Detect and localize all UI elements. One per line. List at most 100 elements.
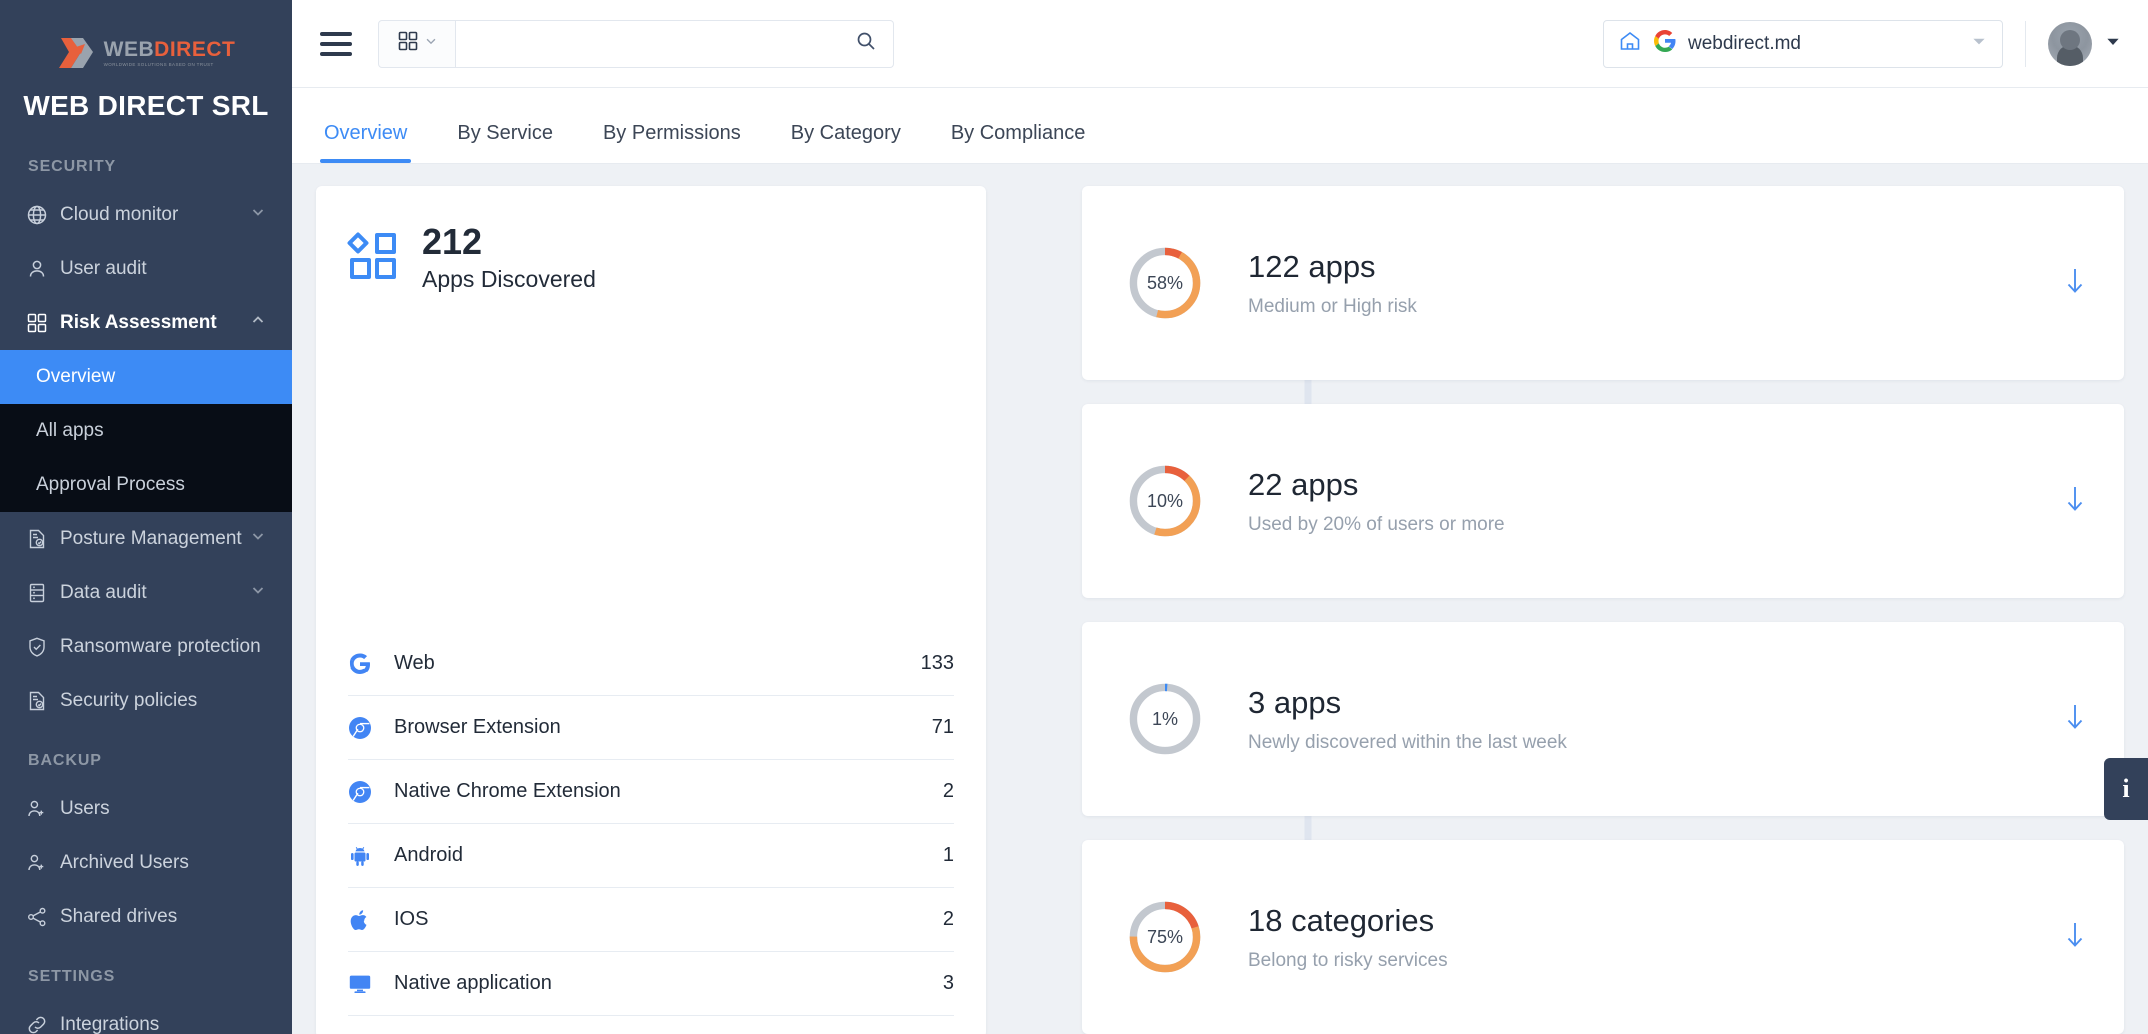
sidebar-item-label: Users	[60, 798, 110, 819]
sidebar-item-label: Data audit	[60, 582, 147, 603]
sidebar-item-ransomware-protection[interactable]: Ransomware protection	[0, 620, 292, 674]
donut-chart: 1%	[1126, 680, 1204, 758]
info-icon[interactable]: i	[2104, 758, 2148, 820]
stat-card-newly-discovered[interactable]: 1% 3 apps Newly discovered within the la…	[1082, 622, 2124, 816]
domain-value: webdirect.md	[1688, 32, 1801, 54]
stat-cards-column: 58% 122 apps Medium or High risk 10% 22 …	[1082, 186, 2124, 1034]
apps-discovered-label: Apps Discovered	[422, 265, 596, 292]
list-item[interactable]: IOS 2	[348, 888, 954, 952]
stat-card-text: 122 apps Medium or High risk	[1248, 248, 1417, 317]
home-icon	[1618, 29, 1642, 58]
sidebar-item-cloud-monitor[interactable]: Cloud monitor	[0, 188, 292, 242]
sidebar-item-security-policies[interactable]: Security policies	[0, 674, 292, 728]
search-field[interactable]	[456, 19, 894, 68]
tab-by-category[interactable]: By Category	[787, 122, 905, 163]
hamburger-icon[interactable]	[320, 31, 352, 56]
info-tab-label: i	[2122, 774, 2130, 803]
sidebar-item-risk-assessment[interactable]: Risk Assessment	[0, 296, 292, 350]
platform-name: Native Chrome Extension	[394, 780, 621, 802]
stat-card-medium-high-risk[interactable]: 58% 122 apps Medium or High risk	[1082, 186, 2124, 380]
sidebar-item-shared-drives[interactable]: Shared drives	[0, 890, 292, 944]
topbar-right: webdirect.md	[1603, 19, 2148, 68]
users-add-icon	[26, 852, 52, 874]
apple-icon	[348, 908, 382, 932]
sidebar-item-label: Risk Assessment	[60, 312, 217, 333]
avatar[interactable]	[2048, 21, 2092, 66]
chevron-down-icon[interactable]	[2104, 32, 2122, 55]
sidebar-section-label-backup: BACKUP	[28, 752, 102, 769]
grid-icon	[26, 312, 52, 334]
platform-name: Native application	[394, 972, 552, 994]
android-icon	[348, 844, 382, 868]
sidebar-item-approval-process[interactable]: Approval Process	[0, 458, 292, 512]
sidebar-item-posture-management[interactable]: Posture Management	[0, 512, 292, 566]
donut-chart: 58%	[1126, 244, 1204, 322]
database-icon	[26, 582, 52, 604]
domain-select[interactable]: webdirect.md	[1603, 19, 2003, 68]
chrome-icon	[348, 780, 382, 804]
tab-label: Overview	[324, 122, 408, 144]
user-icon	[26, 258, 52, 280]
stat-card-subtitle: Belong to risky services	[1248, 949, 1448, 971]
app-root: WEBDIRECT WORLDWIDE SOLUTIONS BASED ON T…	[0, 0, 2148, 1034]
stat-card-used-by-users[interactable]: 10% 22 apps Used by 20% of users or more	[1082, 404, 2124, 598]
search-input[interactable]	[472, 33, 855, 54]
sidebar-item-users[interactable]: Users	[0, 782, 292, 836]
platform-count: 71	[931, 716, 954, 738]
sidebar-logo: WEBDIRECT WORLDWIDE SOLUTIONS BASED ON T…	[0, 0, 292, 84]
donut-chart: 75%	[1126, 898, 1204, 976]
list-item[interactable]: Native application 3	[348, 952, 954, 1016]
platform-name: Android	[394, 844, 463, 866]
tab-label: By Permissions	[602, 122, 741, 144]
sidebar-subnav-risk-assessment: Overview All apps Approval Process	[0, 350, 292, 512]
document-check-icon	[26, 528, 52, 550]
list-item[interactable]: Native Chrome Extension 2	[348, 760, 954, 824]
org-title: WEB DIRECT SRL	[23, 90, 269, 121]
stat-card-risky-categories[interactable]: 75% 18 categories Belong to risky servic…	[1082, 840, 2124, 1034]
topbar-divider	[2025, 20, 2026, 67]
list-item[interactable]: Web 133	[348, 632, 954, 696]
users-add-icon	[26, 798, 52, 820]
sidebar-item-label: Cloud monitor	[60, 204, 179, 225]
arrow-down-icon[interactable]	[2062, 702, 2088, 737]
search-icon[interactable]	[855, 30, 877, 57]
sidebar-subitem-label: All apps	[36, 420, 104, 441]
arrow-down-icon[interactable]	[2062, 484, 2088, 519]
sidebar-item-label: Posture Management	[60, 528, 242, 549]
logo-tagline: WORLDWIDE SOLUTIONS BASED ON TRUST	[103, 61, 214, 67]
content-inner: 212 Apps Discovered Web 133 Browser Exte…	[292, 186, 2148, 1034]
topbar: webdirect.md	[292, 0, 2148, 88]
grid-filter-select[interactable]	[378, 19, 456, 68]
sidebar-item-all-apps[interactable]: All apps	[0, 404, 292, 458]
share-icon	[26, 906, 52, 928]
arrow-down-icon[interactable]	[2062, 266, 2088, 301]
apps-discovered-panel: 212 Apps Discovered Web 133 Browser Exte…	[316, 186, 986, 1034]
globe-icon	[26, 204, 52, 226]
stat-card-subtitle: Medium or High risk	[1248, 295, 1417, 317]
user-menu[interactable]	[2048, 21, 2122, 66]
sidebar-item-user-audit[interactable]: User audit	[0, 242, 292, 296]
google-icon	[1653, 29, 1677, 58]
tab-overview[interactable]: Overview	[320, 122, 412, 163]
sidebar-item-archived-users[interactable]: Archived Users	[0, 836, 292, 890]
list-item[interactable]: Android 1	[348, 824, 954, 888]
chevron-down-icon[interactable]	[1970, 32, 1988, 55]
platform-name: Browser Extension	[394, 716, 561, 738]
sidebar-item-label: Shared drives	[60, 906, 178, 927]
tab-by-compliance[interactable]: By Compliance	[947, 122, 1090, 163]
arrow-down-icon[interactable]	[2062, 920, 2088, 955]
stat-card-text: 18 categories Belong to risky services	[1248, 902, 1448, 971]
sidebar-subitem-label: Approval Process	[36, 474, 185, 495]
document-shield-icon	[26, 690, 52, 712]
sidebar-item-label: User audit	[60, 258, 147, 279]
sidebar-item-data-audit[interactable]: Data audit	[0, 566, 292, 620]
link-icon	[26, 1014, 52, 1034]
sidebar-item-integrations[interactable]: Integrations	[0, 998, 292, 1034]
list-item[interactable]: Browser Extension 71	[348, 696, 954, 760]
tab-by-permissions[interactable]: By Permissions	[599, 122, 745, 163]
tab-by-service[interactable]: By Service	[453, 122, 557, 163]
sidebar-item-overview[interactable]: Overview	[0, 350, 292, 404]
google-g-icon	[348, 652, 382, 676]
sidebar-section-label-settings: SETTINGS	[28, 968, 116, 985]
sidebar-item-label: Archived Users	[60, 852, 189, 873]
